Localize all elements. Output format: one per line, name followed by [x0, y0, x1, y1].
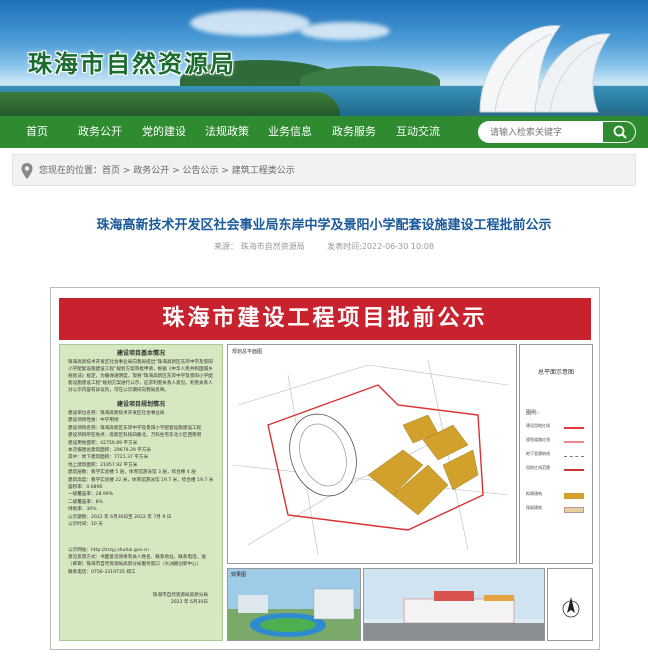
article-title: 珠海高新技术开发区社会事业局东岸中学及景阳小学配套设施建设工程批前公示 [96, 218, 552, 233]
site-banner: 珠海市自然资源局 [0, 0, 648, 116]
contact-line: 意见反馈方式：书面意见请将有关人姓名、联系地址、联系电话，送（邮寄）珠海市自然资… [68, 554, 206, 568]
info-title: 建设项目基本情况 [116, 350, 165, 357]
detail-line: 建设单位名称：珠海高新技术开发区社会事业局 [68, 411, 165, 416]
north-arrow [547, 568, 593, 641]
contact-line: 公示网站：http://zrzyj.zhuhai.gov.cn [68, 547, 149, 553]
search-input[interactable] [478, 121, 602, 143]
detail-list: 建设单位名称：珠海高新技术开发区社会事业局 建设项目性质：中学用地 建设项目名称… [60, 408, 222, 531]
search-icon [613, 125, 627, 139]
notice-board-image: 珠海市建设工程项目批前公示 建设项目基本情况 珠海高新技术开发区社会事业局向我局… [50, 287, 600, 650]
project-info-panel: 建设项目基本情况 珠海高新技术开发区社会事业局向我局提出“珠海高新区东岸中学及景… [59, 344, 223, 641]
detail-line: 其中：地下建筑面积：7721.37 平方米 [68, 455, 149, 461]
nav-regulations[interactable]: 法规政策 [205, 116, 249, 148]
plan-legend: 总平面示意图 图例： 建设用地红线 规划道路红线 地下室建筑线 用地红线范围 拟… [519, 344, 593, 564]
article-time: 发表时间:2022-06-30 10:08 [327, 242, 434, 251]
detail-line: 本次报建总建筑面积：29679.29 平方米 [68, 448, 152, 454]
legend-item: 规划道路红线 [526, 437, 588, 449]
nav-gov-affairs[interactable]: 政务公开 [78, 116, 122, 148]
site-plan-svg [232, 359, 509, 556]
north-arrow-icon [562, 597, 580, 618]
sign-line: 珠海市自然资源局高新分局 [152, 593, 208, 599]
detail-line: 公示时间：10 天 [68, 522, 103, 528]
opera-house-illustration [455, 25, 640, 116]
search-button[interactable] [602, 121, 636, 143]
legend-title: 总平面示意图 [537, 369, 574, 376]
legend-item: 建设用地红线 [526, 423, 588, 435]
info-intro: 珠海高新技术开发区社会事业局向我局提出“珠海高新区东岸中学及景阳小学配套设施建设… [68, 360, 213, 393]
detail-title: 建设项目规划情况 [116, 401, 165, 408]
breadcrumb: 您现在的位置：首页 > 政务公开 > 公告公示 > 建筑工程类公示 [12, 154, 636, 186]
detail-line: 建设项目所在地点：高新区科技四路北、万科住宅东北小区西南侧 [68, 433, 202, 439]
contact-line: 联系电话：0756-3319735 郑工 [68, 569, 136, 575]
site-title: 珠海市自然资源局 [28, 50, 236, 78]
detail-line: 公示期限：2022 年 6月30日至 2022 年 7月 9 日 [68, 514, 172, 520]
legend-item: 保留建筑 [526, 505, 588, 517]
plan-label: 规划总平面图 [232, 349, 263, 355]
contact-list: 公示网站：http://zrzyj.zhuhai.gov.cn 意见反馈方式：书… [60, 545, 222, 579]
detail-line: 一级覆盖率：28.99% [68, 492, 114, 498]
detail-line: 容积率：0.6896 [68, 485, 103, 491]
nav-services[interactable]: 政务服务 [332, 116, 376, 148]
legend-subtitle: 图例： [526, 410, 542, 416]
article-source: 来源： 珠海市自然资源局 [214, 242, 305, 251]
legend-item: 用地红线范围 [526, 465, 588, 477]
legend-item: 拟建建筑 [526, 491, 588, 503]
render-photo-campus: 效果图 [227, 568, 361, 641]
board-heading-bar: 珠海市建设工程项目批前公示 [59, 298, 591, 340]
detail-line: 建筑高度：教学实验楼 22 米，体育馆游泳馆 19.7 米，综合楼 19.7 米 [68, 477, 214, 483]
nav-party[interactable]: 党的建设 [142, 116, 186, 148]
nav-interaction[interactable]: 互动交流 [396, 116, 440, 148]
render-photo-street [363, 568, 545, 641]
nav-home[interactable]: 首页 [26, 116, 48, 148]
detail-line: 绿地率：30% [68, 507, 97, 513]
detail-line: 地上建筑面积：21957.92 平方米 [68, 462, 138, 468]
detail-line: 建设项目名称：珠海高新区东岸中学及景阳小学配套设施建设工程 [68, 425, 202, 431]
detail-line: 建筑层数：教学实验楼 5 层，体育馆游泳馆 3 层，综合楼 4 层 [68, 470, 196, 476]
detail-line: 建设用地面积：42756.89 平方米 [68, 440, 138, 446]
sign-line: 2022 年 6月30日 [170, 600, 208, 606]
board-heading: 珠海市建设工程项目批前公示 [162, 306, 488, 331]
nav-business-info[interactable]: 业务信息 [268, 116, 312, 148]
legend-item: 地下室建筑线 [526, 451, 588, 463]
site-plan-drawing: 规划总平面图 [227, 344, 517, 564]
location-pin-icon [21, 163, 33, 179]
detail-line: 二级覆盖率：8% [68, 499, 103, 505]
breadcrumb-text: 您现在的位置：首页 > 政务公开 > 公告公示 > 建筑工程类公示 [39, 166, 295, 176]
render-label: 效果图 [231, 572, 247, 578]
detail-line: 建设项目性质：中学用地 [68, 418, 119, 424]
article-meta: 来源： 珠海市自然资源局 发表时间:2022-06-30 10:08 [0, 241, 648, 252]
